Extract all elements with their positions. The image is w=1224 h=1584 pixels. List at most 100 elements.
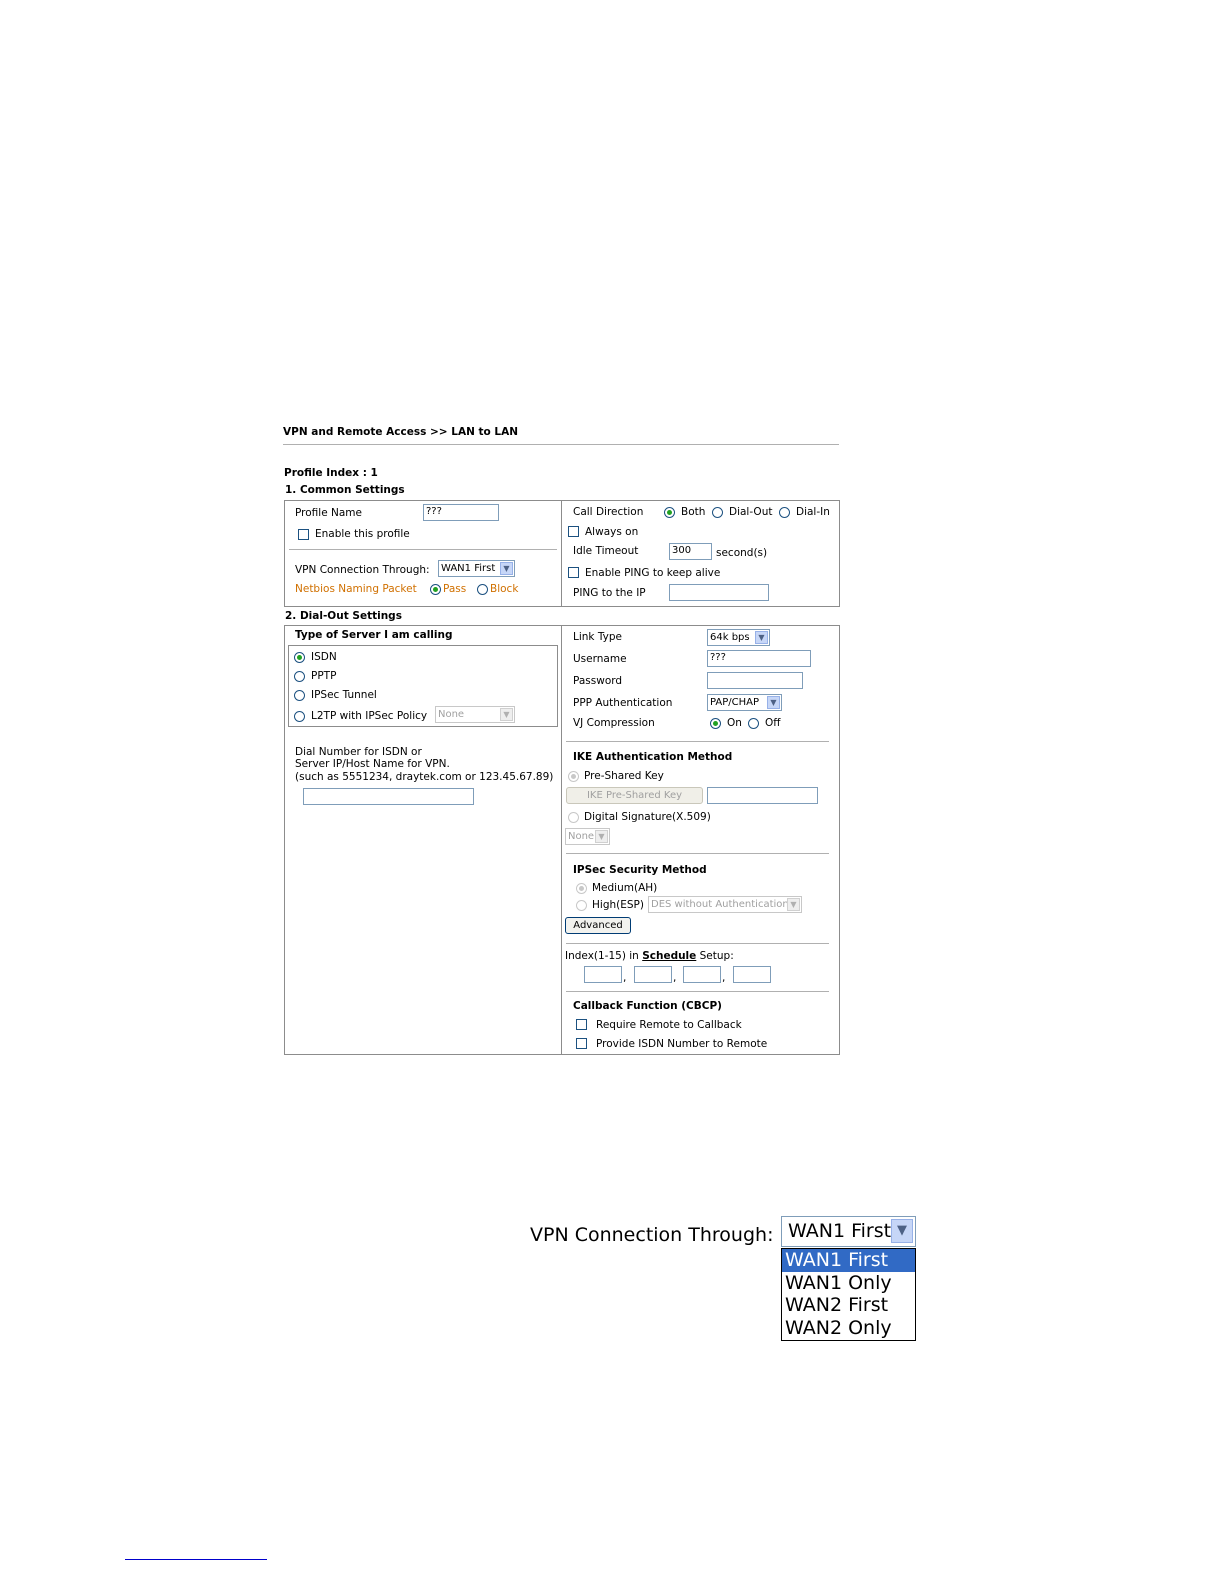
ike-psk-button[interactable]: IKE Pre-Shared Key [566,787,703,804]
always-on-label: Always on [585,526,639,538]
ipsec-medium-label: Medium(AH) [592,882,658,894]
chevron-down-icon: ▼ [500,708,513,721]
call-direction-label: Call Direction [573,506,644,518]
ike-psk-input[interactable] [707,787,818,804]
callback-title: Callback Function (CBCP) [573,1000,722,1012]
ike-digital-select[interactable]: None ▼ [565,828,610,845]
chevron-down-icon: ▼ [787,898,800,911]
server-l2tp-radio[interactable] [294,711,305,722]
ike-digital-value: None [568,831,595,842]
schedule-separator: , [623,972,627,984]
call-both-radio[interactable] [664,507,675,518]
call-dialout-radio[interactable] [712,507,723,518]
ike-psk-label: Pre-Shared Key [584,770,664,782]
ipsec-medium-radio[interactable] [576,883,587,894]
schedule-separator: , [673,972,677,984]
vpn-through-label: VPN Connection Through: [295,564,430,576]
netbios-pass-label: Pass [443,583,467,595]
breadcrumb: VPN and Remote Access >> LAN to LAN [283,426,519,438]
ping-ip-label: PING to the IP [573,587,646,599]
username-input[interactable]: ??? [707,650,811,667]
ipsec-high-select[interactable]: DES without Authentication ▼ [648,896,802,913]
ppp-auth-label: PPP Authentication [573,697,673,709]
chevron-down-icon: ▼ [891,1219,913,1243]
zoom-selected-value: WAN1 First [788,1220,892,1242]
zoom-vpn-through-label: VPN Connection Through: [530,1224,774,1246]
zoom-option-wan2-only[interactable]: WAN2 Only [782,1317,915,1340]
ppp-auth-value: PAP/CHAP [710,697,760,708]
vj-compression-label: VJ Compression [573,717,655,729]
call-dialin-radio[interactable] [779,507,790,518]
password-label: Password [573,675,623,687]
schedule-index-2[interactable] [634,966,672,983]
link-type-value: 64k bps [710,632,750,643]
chevron-down-icon: ▼ [500,562,513,575]
server-pptp-radio[interactable] [294,671,305,682]
callback-require-checkbox[interactable] [576,1019,587,1030]
dial-number-input[interactable] [303,788,474,805]
idle-timeout-label: Idle Timeout [573,545,639,557]
ping-ip-input[interactable] [669,584,769,601]
l2tp-policy-select[interactable]: None ▼ [435,706,515,723]
zoom-option-wan1-first[interactable]: WAN1 First [782,1249,915,1272]
footnote-rule [125,1559,267,1560]
call-both-label: Both [681,506,706,518]
enable-ping-label: Enable PING to keep alive [585,567,721,579]
chevron-down-icon: ▼ [767,696,780,709]
enable-profile-checkbox[interactable] [298,529,309,540]
enable-ping-checkbox[interactable] [568,567,579,578]
call-dialin-label: Dial-In [796,506,830,518]
advanced-button[interactable]: Advanced [565,917,631,934]
schedule-divider [566,943,829,944]
password-input[interactable] [707,672,803,689]
server-type-title: Type of Server I am calling [295,629,453,641]
schedule-row: Index(1-15) in Schedule Setup: [565,950,734,963]
vj-off-radio[interactable] [748,718,759,729]
server-l2tp-label: L2TP with IPSec Policy [311,710,428,722]
ipsec-high-radio[interactable] [576,900,587,911]
schedule-link[interactable]: Schedule [642,950,696,962]
common-settings-title: 1. Common Settings [285,484,405,496]
zoom-option-wan2-first[interactable]: WAN2 First [782,1294,915,1317]
ike-psk-radio[interactable] [568,771,579,782]
vpn-through-value: WAN1 First [441,563,496,574]
vj-off-label: Off [765,717,781,729]
dial-number-line2: Server IP/Host Name for VPN. [295,758,450,770]
netbios-label: Netbios Naming Packet [295,583,417,595]
ipsec-title: IPSec Security Method [573,864,707,876]
idle-timeout-unit: second(s) [716,547,768,559]
schedule-prefix: Index(1-15) in [565,950,639,962]
zoom-options-list: WAN1 First WAN1 Only WAN2 First WAN2 Onl… [781,1248,916,1341]
server-isdn-radio[interactable] [294,652,305,663]
schedule-index-4[interactable] [733,966,771,983]
dialout-settings-separator [561,625,562,1055]
ike-divider [566,741,829,742]
profile-name-input[interactable]: ??? [423,504,499,521]
l2tp-policy-value: None [438,709,465,720]
schedule-index-3[interactable] [683,966,721,983]
common-settings-separator [561,500,562,607]
callback-provide-label: Provide ISDN Number to Remote [596,1038,768,1050]
zoom-vpn-through-select[interactable]: WAN1 First ▼ [781,1216,916,1247]
chevron-down-icon: ▼ [755,631,768,644]
vpn-through-select[interactable]: WAN1 First ▼ [438,560,515,577]
zoom-option-wan1-only[interactable]: WAN1 Only [782,1272,915,1295]
link-type-select[interactable]: 64k bps ▼ [707,629,770,646]
ipsec-high-value: DES without Authentication [651,899,789,910]
ike-digital-radio[interactable] [568,812,579,823]
dial-number-line3: (such as 5551234, draytek.com or 123.45.… [295,771,554,783]
schedule-separator: , [722,972,726,984]
idle-timeout-input[interactable]: 300 [669,543,712,560]
link-type-label: Link Type [573,631,622,643]
ppp-auth-select[interactable]: PAP/CHAP ▼ [707,694,782,711]
server-isdn-label: ISDN [311,651,337,663]
server-ipsec-radio[interactable] [294,690,305,701]
netbios-block-radio[interactable] [477,584,488,595]
always-on-checkbox[interactable] [568,526,579,537]
callback-require-label: Require Remote to Callback [596,1019,742,1031]
vj-on-radio[interactable] [710,718,721,729]
ike-digital-label: Digital Signature(X.509) [584,811,711,823]
schedule-index-1[interactable] [584,966,622,983]
netbios-pass-radio[interactable] [430,584,441,595]
callback-provide-checkbox[interactable] [576,1038,587,1049]
